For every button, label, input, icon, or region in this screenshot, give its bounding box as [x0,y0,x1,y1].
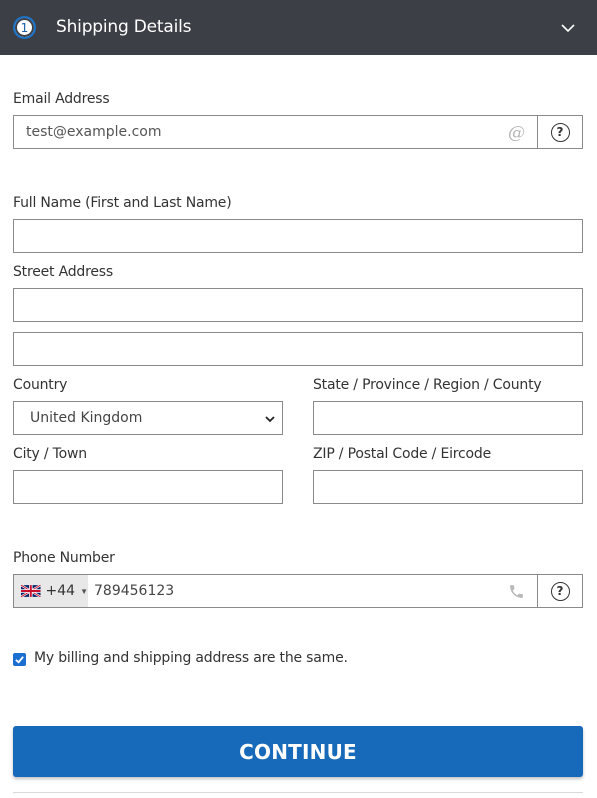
zip-field-wrapper [313,470,583,504]
street-line2-wrapper [13,332,583,366]
dial-code: +44 [45,583,76,599]
city-field-wrapper [13,470,283,504]
email-field[interactable] [14,116,537,148]
city-field[interactable] [14,471,282,503]
checkmark-icon [15,656,24,664]
phone-help-button[interactable]: ? [537,574,583,608]
chevron-down-icon[interactable] [560,20,576,36]
email-help-button[interactable]: ? [537,115,583,149]
caret-down-icon: ▼ [80,586,88,596]
country-select[interactable]: United Kingdom [14,402,282,434]
step-number: 1 [20,20,29,35]
street-address-line1-field[interactable] [14,289,582,321]
same-address-checkbox[interactable] [13,653,26,666]
full-name-label: Full Name (First and Last Name) [13,195,232,211]
state-field[interactable] [314,402,582,434]
continue-button[interactable]: CONTINUE [13,726,583,777]
country-select-wrapper: United Kingdom [13,401,283,435]
state-label: State / Province / Region / County [313,377,542,393]
question-icon: ? [550,122,570,142]
country-code-dropdown[interactable]: +44 ▼ [14,575,88,607]
state-field-wrapper [313,401,583,435]
phone-number-field[interactable] [88,575,537,607]
step-number-badge: 1 [13,16,36,39]
email-label: Email Address [13,91,110,107]
street-line1-wrapper [13,288,583,322]
uk-flag-icon [21,585,41,597]
full-name-field[interactable] [14,220,582,252]
phone-field-wrapper: +44 ▼ [13,574,538,608]
phone-label: Phone Number [13,550,115,566]
phone-icon [510,585,523,598]
question-icon: ? [550,581,570,601]
section-header[interactable]: 1 Shipping Details [0,0,597,55]
zip-label: ZIP / Postal Code / Eircode [313,446,491,462]
full-name-field-wrapper [13,219,583,253]
street-address-label: Street Address [13,264,113,280]
same-address-label[interactable]: My billing and shipping address are the … [34,650,348,666]
country-label: Country [13,377,68,393]
phone-input-wrapper [88,575,537,607]
section-title: Shipping Details [56,17,192,37]
city-label: City / Town [13,446,87,462]
zip-field[interactable] [314,471,582,503]
street-address-line2-field[interactable] [14,333,582,365]
at-sign-icon: @ [508,123,525,143]
email-field-wrapper: @ [13,115,538,149]
divider [13,792,583,793]
